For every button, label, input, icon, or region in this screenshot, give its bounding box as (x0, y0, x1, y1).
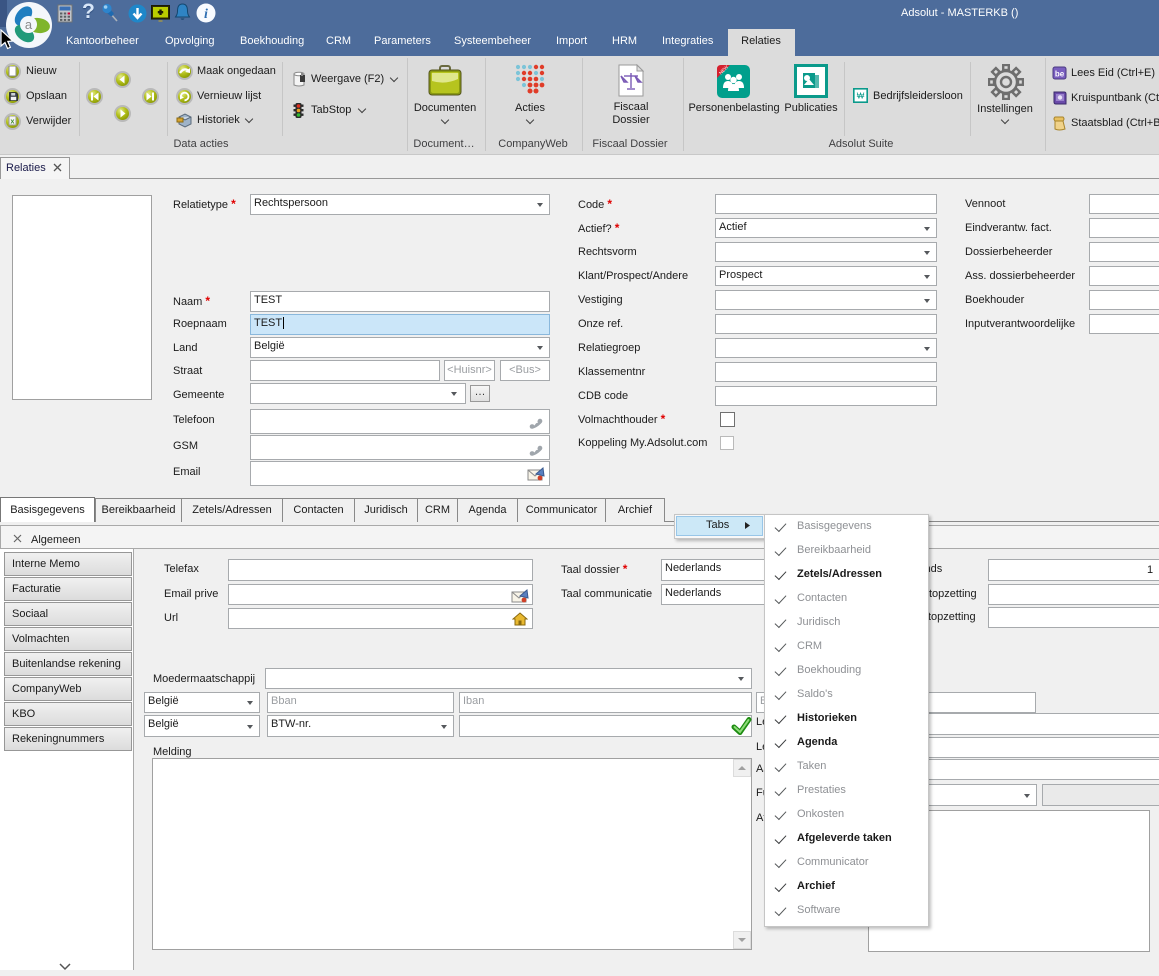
svg-text:₩: ₩ (857, 92, 865, 101)
svg-text:i: i (204, 7, 208, 22)
svg-text:x: x (11, 119, 15, 126)
svg-text:a: a (25, 17, 33, 32)
svg-text:be: be (1055, 70, 1065, 79)
